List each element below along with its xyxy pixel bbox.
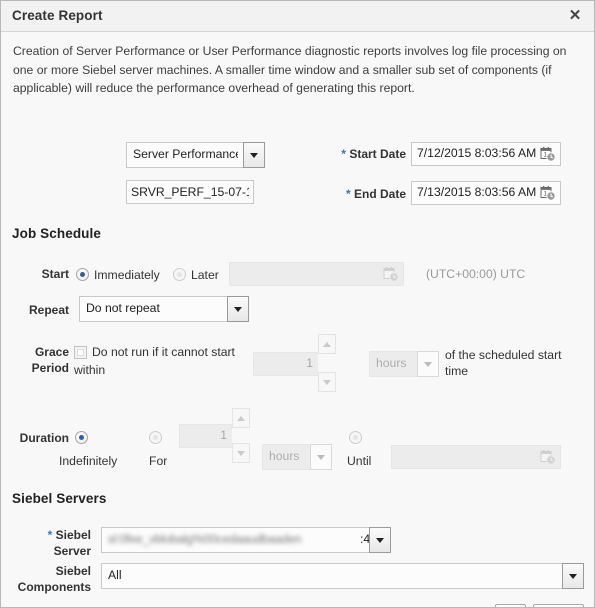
end-date-label-text: End Date: [353, 187, 406, 201]
end-date-value: 7/13/2015 8:03:56 AM: [417, 185, 537, 199]
grace-period-suffix-line1: of the scheduled start: [445, 348, 562, 362]
siebel-components-label-line1: Siebel: [55, 564, 91, 578]
siebel-servers-section-title: Siebel Servers: [12, 491, 107, 506]
create-report-dialog: Create Report ✕ Creation of Server Perfo…: [0, 0, 595, 608]
duration-amount-value: 1: [220, 428, 227, 442]
duration-until-date-field[interactable]: [391, 445, 561, 469]
report-type-value: Server Performance: [133, 147, 238, 161]
required-asterisk: *: [341, 147, 346, 161]
siebel-server-label-text: Siebel: [55, 528, 91, 542]
duration-until-label: Until: [347, 454, 372, 468]
required-asterisk: *: [345, 187, 351, 201]
intro-text: Creation of Server Performance or User P…: [13, 44, 567, 95]
calendar-clock-icon: [383, 266, 399, 282]
stepper-up-icon[interactable]: [318, 334, 336, 354]
repeat-label: Repeat: [28, 303, 69, 317]
grace-period-label-line1: Grace: [34, 345, 69, 359]
start-later-radio[interactable]: [173, 268, 186, 281]
grace-period-stepper[interactable]: [318, 334, 336, 392]
ok-button[interactable]: OK: [495, 604, 526, 607]
siebel-components-label-line2: Components: [17, 580, 91, 594]
end-date-label: * End Date: [311, 187, 406, 201]
stepper-up-icon[interactable]: [232, 408, 250, 428]
timezone-label: (UTC+00:00) UTC: [426, 267, 526, 281]
siebel-server-value-obscured: sl:0fee_vblobalg%00cedaaudbaaden: [108, 532, 302, 546]
start-date-value: 7/12/2015 8:03:56 AM: [417, 146, 537, 160]
stepper-down-icon[interactable]: [232, 443, 250, 463]
duration-unit-select[interactable]: hours: [262, 444, 332, 470]
required-asterisk: *: [47, 528, 53, 542]
stepper-down-icon[interactable]: [318, 372, 336, 392]
duration-for-label: For: [149, 454, 168, 468]
dialog-title: Create Report: [12, 8, 103, 23]
duration-label: Duration: [19, 431, 69, 445]
repeat-value: Do not repeat: [86, 301, 160, 315]
cancel-button[interactable]: Cancel: [533, 604, 584, 607]
grace-period-amount-value: 1: [306, 356, 313, 370]
chevron-down-icon[interactable]: [369, 527, 391, 553]
siebel-server-label-line1: * Siebel: [31, 528, 91, 542]
dialog-body: Creation of Server Performance or User P…: [1, 32, 594, 607]
report-name-input[interactable]: [126, 180, 254, 204]
siebel-components-value: All: [108, 568, 122, 582]
grace-period-suffix-line2: time: [445, 364, 469, 378]
repeat-select[interactable]: Do not repeat: [79, 296, 249, 322]
siebel-components-select[interactable]: All: [101, 563, 584, 589]
duration-indefinitely-radio[interactable]: [75, 431, 88, 444]
duration-unit-value: hours: [269, 449, 300, 463]
grace-period-unit-value: hours: [376, 356, 407, 370]
start-immediately-radio[interactable]: [76, 268, 89, 281]
start-date-label-text: Start Date: [349, 147, 406, 161]
duration-amount-input[interactable]: 1: [179, 424, 232, 448]
chevron-down-icon[interactable]: [417, 351, 439, 377]
duration-for-radio[interactable]: [149, 431, 162, 444]
start-later-date-field[interactable]: [229, 262, 404, 286]
start-immediately-label: Immediately: [94, 268, 160, 282]
grace-period-amount-input[interactable]: 1: [253, 352, 318, 376]
end-date-field[interactable]: 7/13/2015 8:03:56 AM 1: [411, 181, 561, 205]
grace-period-unit-select[interactable]: hours: [369, 351, 439, 377]
duration-stepper[interactable]: [232, 408, 250, 463]
grace-period-checkbox[interactable]: [74, 346, 87, 359]
grace-period-checkbox-label-line1: Do not run if it cannot start: [92, 345, 235, 359]
calendar-clock-icon[interactable]: 1: [540, 146, 556, 162]
siebel-server-select[interactable]: sl:0fee_vblobalg%00cedaaudbaaden :4331: [101, 527, 391, 553]
chevron-down-icon[interactable]: [227, 296, 249, 322]
grace-period-checkbox-label-line2: within: [74, 363, 106, 377]
duration-until-radio[interactable]: [349, 431, 362, 444]
start-date-field[interactable]: 7/12/2015 8:03:56 AM 1: [411, 142, 561, 166]
calendar-clock-icon: [540, 449, 556, 465]
siebel-server-label-line2: Server: [53, 544, 91, 558]
close-icon[interactable]: ✕: [565, 6, 585, 26]
duration-indefinitely-label: Indefinitely: [59, 454, 118, 468]
start-label: Start: [41, 267, 69, 281]
start-later-label: Later: [191, 268, 219, 282]
start-date-label: * Start Date: [311, 147, 406, 161]
chevron-down-icon[interactable]: [562, 563, 584, 589]
chevron-down-icon[interactable]: [310, 444, 332, 470]
grace-period-label-line2: Period: [31, 361, 69, 375]
dialog-titlebar: Create Report ✕: [1, 1, 594, 32]
report-type-select[interactable]: Server Performance: [126, 142, 265, 168]
job-schedule-section-title: Job Schedule: [12, 226, 101, 241]
chevron-down-icon[interactable]: [243, 142, 265, 168]
calendar-clock-icon[interactable]: 1: [540, 185, 556, 201]
